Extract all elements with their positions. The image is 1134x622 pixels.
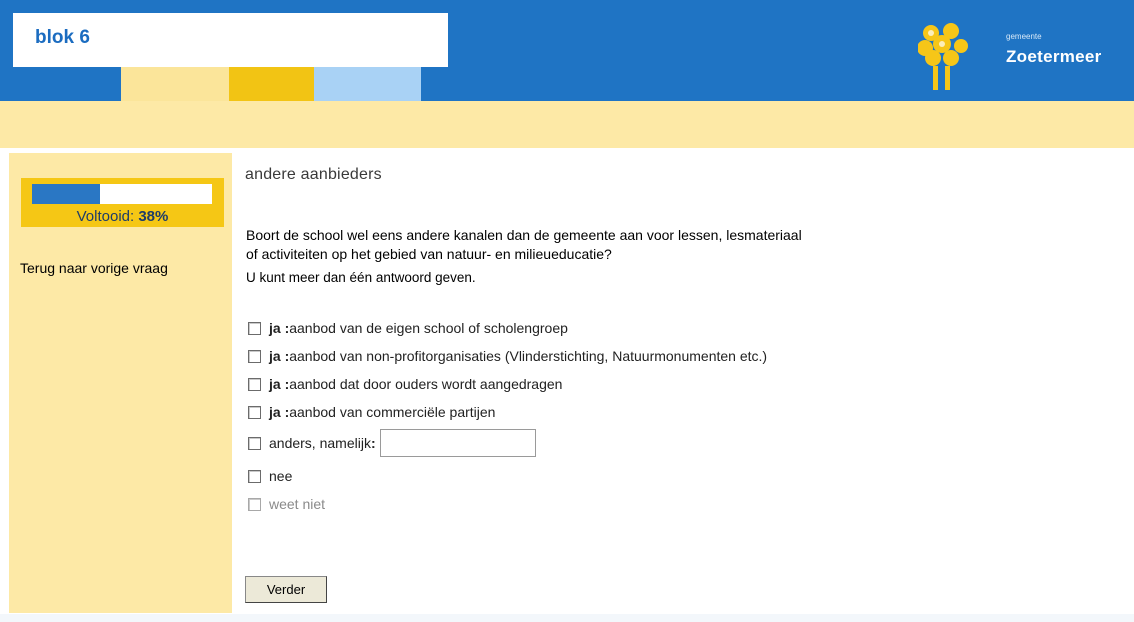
header-band (0, 101, 1134, 148)
header-tab-yellow (229, 67, 314, 101)
option-commercial[interactable]: ja : aanbod van commerciële partijen (248, 402, 495, 422)
option-checkbox[interactable] (248, 469, 261, 483)
option-prefix: ja : (269, 376, 290, 392)
back-to-previous-question-link[interactable]: Terug naar vorige vraag (20, 260, 168, 276)
option-parents[interactable]: ja : aanbod dat door ouders wordt aanged… (248, 374, 562, 394)
option-suffix: : (370, 435, 376, 451)
progress-value: 38% (138, 208, 169, 225)
question-line-2: of activiteiten op het gebied van natuur… (246, 246, 612, 262)
page-footer-strip (0, 614, 1134, 622)
zoetermeer-tree-logo-icon (918, 23, 968, 90)
option-prefix: ja : (269, 320, 290, 336)
option-prefix: ja : (269, 404, 290, 420)
option-label: weet niet (269, 496, 326, 512)
option-dont-know[interactable]: weet niet (248, 494, 325, 514)
option-checkbox[interactable] (248, 405, 261, 419)
next-button[interactable]: Verder (245, 576, 327, 603)
logo-city-name: Zoetermeer (1006, 47, 1102, 66)
question-line-1: Boort de school wel eens andere kanalen … (246, 227, 802, 243)
page-title: andere aanbieders (245, 166, 382, 183)
option-label: aanbod van commerciële partijen (289, 404, 496, 420)
option-checkbox[interactable] (248, 349, 261, 363)
option-checkbox[interactable] (248, 321, 261, 335)
option-label: aanbod van non-profitorganisaties (Vlind… (289, 348, 768, 364)
progress-text: Voltooid: 38% (21, 208, 224, 225)
header-tab-light-blue (314, 67, 421, 101)
progress-bar-fill (32, 184, 101, 204)
option-label: anders, namelijk (269, 435, 371, 451)
block-title: blok 6 (35, 27, 90, 48)
header-tab-light-yellow (121, 67, 229, 101)
option-label: aanbod dat door ouders wordt aangedragen (289, 376, 563, 392)
option-checkbox[interactable] (248, 436, 261, 450)
progress-label: Voltooid: (76, 208, 135, 225)
option-own-school[interactable]: ja : aanbod van de eigen school of schol… (248, 318, 568, 338)
option-label: nee (269, 468, 293, 484)
option-checkbox[interactable] (248, 497, 261, 511)
option-prefix: ja : (269, 348, 290, 364)
option-checkbox[interactable] (248, 377, 261, 391)
question-text: Boort de school wel eens andere kanalen … (246, 226, 1046, 264)
option-other[interactable]: anders, namelijk : (248, 428, 536, 458)
logo-municipality-text: gemeente (1006, 32, 1042, 41)
progress-bar (32, 184, 212, 204)
option-label: aanbod van de eigen school of scholengro… (289, 320, 568, 336)
other-specify-input[interactable] (379, 429, 536, 457)
option-no[interactable]: nee (248, 466, 292, 486)
question-hint: U kunt meer dan één antwoord geven. (246, 270, 476, 285)
option-non-profit[interactable]: ja : aanbod van non-profitorganisaties (… (248, 346, 767, 366)
